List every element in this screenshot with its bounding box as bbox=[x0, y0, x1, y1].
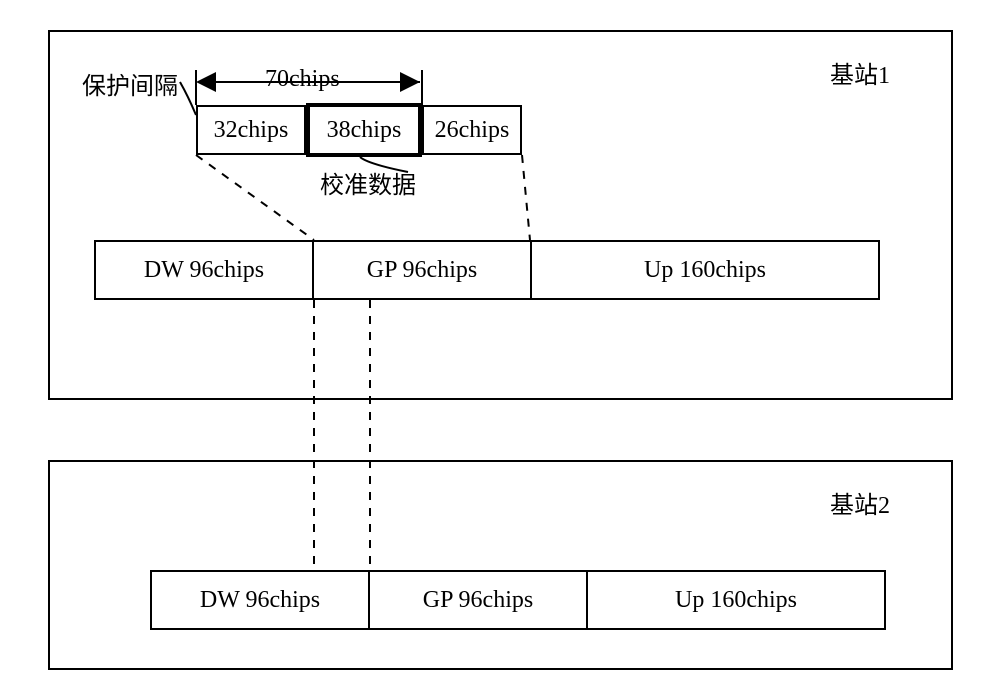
gp-cell-a: 32chips bbox=[196, 105, 306, 155]
s2-gp: GP 96chips bbox=[368, 570, 588, 630]
s2-up-label: Up 160chips bbox=[675, 587, 797, 614]
station2-box bbox=[48, 460, 953, 670]
gp-cell-b-label: 38chips bbox=[327, 117, 402, 144]
calib-label: 校准数据 bbox=[320, 165, 416, 200]
s1-dw-label: DW 96chips bbox=[144, 257, 264, 284]
gp-cell-c: 26chips bbox=[422, 105, 522, 155]
s2-up: Up 160chips bbox=[586, 570, 886, 630]
station2-title: 基站2 bbox=[830, 485, 890, 520]
s1-up: Up 160chips bbox=[530, 240, 880, 300]
station1-box bbox=[48, 30, 953, 400]
gp-cell-c-label: 26chips bbox=[435, 117, 510, 144]
s1-gp-label: GP 96chips bbox=[367, 257, 477, 284]
span-label: 70chips bbox=[265, 66, 340, 93]
s2-gp-label: GP 96chips bbox=[423, 587, 533, 614]
s1-dw: DW 96chips bbox=[94, 240, 314, 300]
s1-gp: GP 96chips bbox=[312, 240, 532, 300]
s2-dw-label: DW 96chips bbox=[200, 587, 320, 614]
guard-label: 保护间隔 bbox=[82, 66, 178, 101]
s2-dw: DW 96chips bbox=[150, 570, 370, 630]
station1-title: 基站1 bbox=[830, 55, 890, 90]
gp-cell-b: 38chips bbox=[306, 103, 422, 157]
gp-cell-a-label: 32chips bbox=[214, 117, 289, 144]
s1-up-label: Up 160chips bbox=[644, 257, 766, 284]
